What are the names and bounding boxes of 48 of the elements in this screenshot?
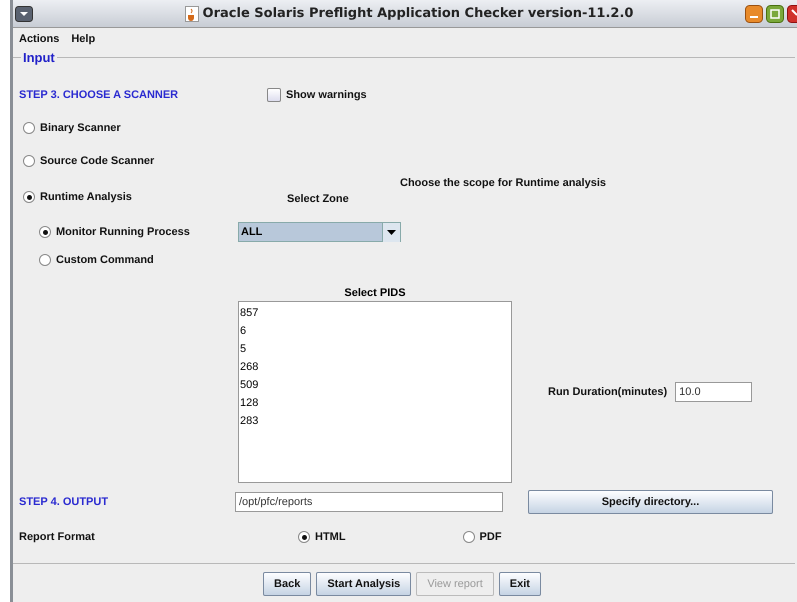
checkbox-label[interactable]: Show warnings (286, 89, 367, 101)
duration-field[interactable]: 10.0 (675, 382, 752, 402)
radio-label[interactable]: Monitor Running Process (56, 226, 190, 238)
duration-label: Run Duration(minutes) (548, 386, 668, 398)
radio-label[interactable]: HTML (315, 531, 346, 543)
pid-item[interactable]: 5 (239, 340, 511, 358)
radio-button[interactable] (462, 531, 475, 543)
radio-button[interactable] (39, 226, 51, 238)
window-title: Oracle Solaris Preflight Application Checker version-11.2.0 (202, 6, 634, 21)
checkbox[interactable] (267, 88, 281, 102)
radio-label[interactable]: Source Code Scanner (40, 154, 154, 166)
menu-item[interactable]: Actions (19, 33, 60, 45)
menu-item[interactable]: Help (71, 33, 96, 45)
radio-button[interactable] (298, 531, 310, 543)
radio-button[interactable] (39, 254, 51, 266)
radio-button[interactable] (23, 122, 35, 134)
step-label: STEP 4. OUTPUT (19, 496, 108, 508)
pids-label: Select PIDS (344, 287, 406, 299)
pid-item[interactable]: 128 (239, 394, 511, 412)
pid-item[interactable]: 857 (239, 304, 511, 322)
action-button[interactable]: Start Analysis (316, 572, 412, 596)
scope-label: Choose the scope for Runtime analysis (400, 177, 607, 189)
directory-field[interactable]: /opt/pfc/reports (235, 492, 503, 512)
radio-label[interactable]: PDF (480, 531, 502, 543)
specify-directory-button[interactable]: Specify directory... (528, 490, 773, 514)
pid-item[interactable]: 283 (239, 412, 511, 430)
action-button[interactable]: Back (263, 572, 312, 596)
report-format-label: Report Format (19, 531, 95, 543)
zone-dropdown[interactable]: ALL (238, 222, 401, 242)
pid-list[interactable]: 857 6 5 268 509 128 283 (238, 301, 512, 483)
radio-label[interactable]: Binary Scanner (40, 122, 121, 134)
panel-title: Input (22, 50, 56, 65)
caret-icon (382, 222, 400, 242)
action-button[interactable]: Exit (498, 572, 541, 596)
radio-button[interactable] (23, 191, 35, 203)
zone-label: Select Zone (287, 193, 350, 205)
pid-item[interactable]: 509 (239, 376, 511, 394)
radio-label[interactable]: Runtime Analysis (40, 191, 132, 203)
step-label: STEP 3. CHOOSE A SCANNER (19, 89, 178, 101)
radio-button[interactable] (23, 154, 35, 166)
maximize-icon[interactable] (766, 4, 784, 22)
pid-item[interactable]: 6 (239, 322, 511, 340)
window-menu-icon[interactable] (15, 6, 33, 22)
radio-label[interactable]: Custom Command (56, 254, 154, 266)
close-icon[interactable] (787, 4, 797, 22)
minimize-icon[interactable] (745, 4, 763, 22)
pid-item[interactable]: 268 (239, 358, 511, 376)
java-cup-icon (184, 6, 199, 22)
